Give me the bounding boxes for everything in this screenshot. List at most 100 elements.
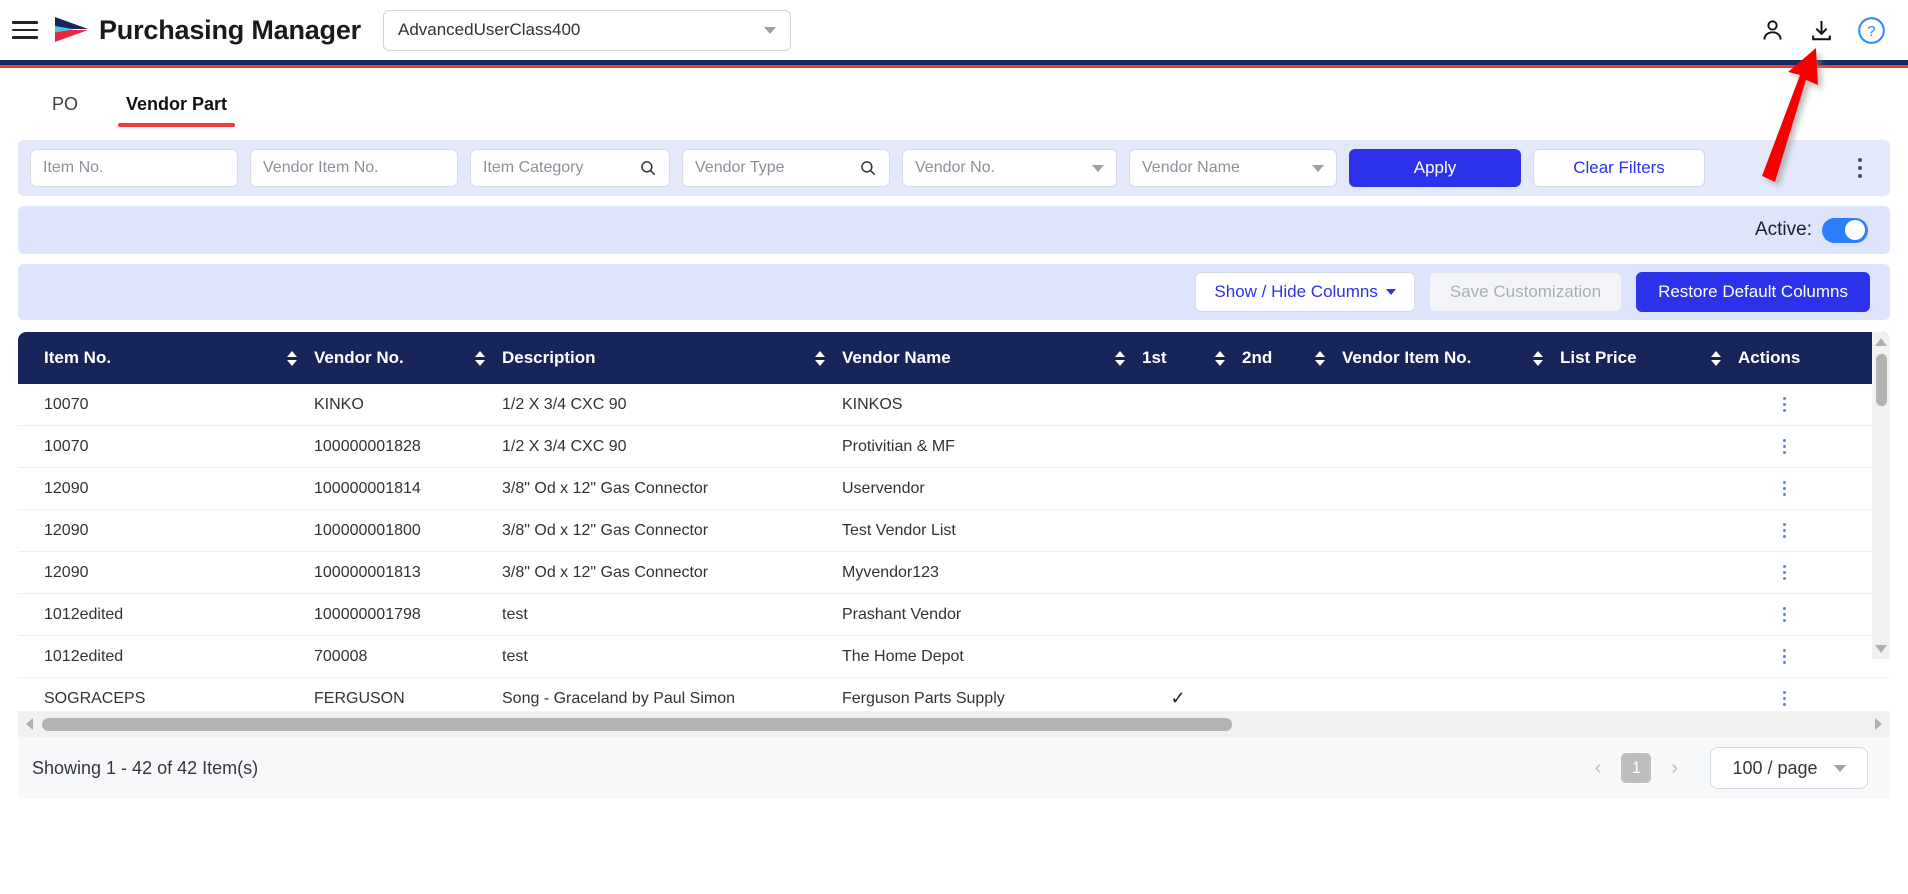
- table-horizontal-scrollbar[interactable]: [18, 711, 1890, 737]
- cell-vendor-no: 100000001798: [314, 605, 421, 623]
- vendor-name-select[interactable]: Vendor Name: [1129, 149, 1337, 187]
- data-table: Item No. Vendor No. Description Vendor N…: [18, 332, 1890, 711]
- top-header-bar: Purchasing Manager AdvancedUserClass400: [0, 0, 1908, 60]
- column-header-vendor-name[interactable]: Vendor Name: [828, 348, 1128, 368]
- column-header-vendor-item-no[interactable]: Vendor Item No.: [1328, 348, 1546, 368]
- cell-actions: [1724, 691, 1844, 706]
- column-header-actions: Actions: [1724, 348, 1844, 368]
- item-category-input[interactable]: Item Category: [470, 149, 670, 187]
- sort-icon[interactable]: [1532, 350, 1546, 366]
- kebab-menu-icon[interactable]: [1724, 481, 1844, 496]
- cell-actions: [1724, 439, 1844, 454]
- vertical-scroll-thumb[interactable]: [1875, 354, 1887, 406]
- cell-description: Song - Graceland by Paul Simon: [502, 689, 736, 707]
- kebab-menu-icon[interactable]: [1724, 439, 1844, 454]
- table-row[interactable]: 10070 100000001828 1/2 X 3/4 CXC 90 Protivi…: [18, 426, 1890, 468]
- help-icon[interactable]: ?: [1857, 16, 1886, 45]
- active-toggle-bar: Active:: [18, 206, 1890, 254]
- next-page-button[interactable]: ›: [1665, 757, 1684, 780]
- search-icon[interactable]: [639, 159, 657, 177]
- kebab-menu-icon[interactable]: [1724, 523, 1844, 538]
- kebab-menu-icon[interactable]: [1724, 649, 1844, 664]
- cell-vendor-no: 100000001813: [314, 563, 421, 581]
- sort-icon[interactable]: [1710, 350, 1724, 366]
- scroll-left-icon[interactable]: [26, 718, 33, 730]
- cell-description: test: [502, 605, 528, 623]
- sort-icon[interactable]: [1114, 350, 1128, 366]
- column-header-description[interactable]: Description: [488, 348, 828, 368]
- table-row[interactable]: SOGRACEPS FERGUSON Song - Graceland by Pau…: [18, 678, 1890, 711]
- item-category-placeholder: Item Category: [483, 159, 584, 176]
- cell-vendor-name: The Home Depot: [842, 647, 964, 665]
- scroll-right-icon[interactable]: [1875, 718, 1882, 730]
- cell-description: 3/8" Od x 12" Gas Connector: [502, 563, 709, 581]
- cell-actions: [1724, 397, 1844, 412]
- cell-vendor-no: 100000001800: [314, 521, 421, 539]
- table-row[interactable]: 12090 100000001813 3/8" Od x 12" Gas Conne…: [18, 552, 1890, 594]
- table-row[interactable]: 1012edited 700008 test The Home Depot: [18, 636, 1890, 678]
- column-header-list-price[interactable]: List Price: [1546, 348, 1724, 368]
- column-label: List Price: [1560, 348, 1637, 367]
- table-footer: Showing 1 - 42 of 42 Item(s) ‹ 1 › 100 /…: [18, 737, 1890, 799]
- column-label: Vendor Name: [842, 348, 951, 367]
- user-class-select[interactable]: AdvancedUserClass400: [382, 9, 791, 51]
- kebab-menu-icon[interactable]: [1724, 397, 1844, 412]
- cell-actions: [1724, 565, 1844, 580]
- table-row[interactable]: 1012edited 100000001798 test Prashant Vendo…: [18, 594, 1890, 636]
- clear-filters-button[interactable]: Clear Filters: [1533, 149, 1705, 187]
- item-no-input[interactable]: Item No.: [30, 149, 238, 187]
- vendor-no-select[interactable]: Vendor No.: [902, 149, 1117, 187]
- kebab-menu-icon[interactable]: [1724, 607, 1844, 622]
- column-label: Description: [502, 348, 596, 367]
- column-header-1st[interactable]: 1st: [1128, 348, 1228, 368]
- kebab-menu-icon[interactable]: [1724, 565, 1844, 580]
- kebab-menu-icon[interactable]: [1724, 691, 1844, 706]
- vendor-type-input[interactable]: Vendor Type: [682, 149, 890, 187]
- scroll-down-icon[interactable]: [1875, 645, 1887, 653]
- filter-bar: Item No. Vendor Item No. Item Category V…: [18, 140, 1890, 196]
- sort-icon[interactable]: [814, 350, 828, 366]
- cell-vendor-no: 100000001828: [314, 437, 421, 455]
- sort-icon[interactable]: [1314, 350, 1328, 366]
- column-header-item-no[interactable]: Item No.: [30, 348, 300, 368]
- toggle-knob: [1845, 220, 1865, 240]
- cell-vendor-name: Test Vendor List: [842, 521, 956, 539]
- show-hide-columns-button[interactable]: Show / Hide Columns: [1195, 272, 1415, 312]
- sort-icon[interactable]: [1214, 350, 1228, 366]
- kebab-menu-icon[interactable]: [1848, 151, 1872, 185]
- vendor-item-no-input[interactable]: Vendor Item No.: [250, 149, 458, 187]
- restore-default-columns-button[interactable]: Restore Default Columns: [1636, 272, 1870, 312]
- scroll-up-icon[interactable]: [1875, 338, 1887, 346]
- table-row[interactable]: 12090 100000001800 3/8" Od x 12" Gas Conne…: [18, 510, 1890, 552]
- table-vertical-scrollbar[interactable]: [1872, 332, 1890, 659]
- column-header-vendor-no[interactable]: Vendor No.: [300, 348, 488, 368]
- sort-icon[interactable]: [474, 350, 488, 366]
- vendor-name-placeholder: Vendor Name: [1142, 159, 1240, 176]
- page-number-1[interactable]: 1: [1621, 753, 1652, 783]
- sort-icon[interactable]: [286, 350, 300, 366]
- download-icon[interactable]: [1808, 17, 1835, 44]
- table-row[interactable]: 12090 100000001814 3/8" Od x 12" Gas Conne…: [18, 468, 1890, 510]
- chevron-down-icon: [1385, 289, 1396, 295]
- cell-item-no: 10070: [44, 437, 89, 455]
- cell-item-no: 1012edited: [44, 605, 124, 623]
- table-row[interactable]: 10070 KINKO 1/2 X 3/4 CXC 90 KINKOS: [18, 384, 1890, 426]
- tab-bar: PO Vendor Part: [0, 68, 1908, 130]
- tab-vendor-part[interactable]: Vendor Part: [102, 94, 251, 129]
- show-hide-columns-label: Show / Hide Columns: [1214, 282, 1378, 301]
- per-page-select[interactable]: 100 / page: [1710, 747, 1868, 789]
- cell-description: 1/2 X 3/4 CXC 90: [502, 395, 627, 413]
- cell-description: test: [502, 647, 528, 665]
- search-icon[interactable]: [859, 159, 877, 177]
- hamburger-icon[interactable]: [12, 17, 42, 43]
- tab-po[interactable]: PO: [28, 94, 102, 129]
- horizontal-scroll-thumb[interactable]: [42, 717, 1232, 731]
- cell-vendor-name: Uservendor: [842, 479, 925, 497]
- cell-item-no: 12090: [44, 563, 89, 581]
- column-header-2nd[interactable]: 2nd: [1228, 348, 1328, 368]
- active-toggle[interactable]: [1822, 217, 1868, 243]
- prev-page-button[interactable]: ‹: [1589, 757, 1608, 780]
- vendor-no-placeholder: Vendor No.: [915, 159, 996, 176]
- user-icon[interactable]: [1759, 17, 1786, 44]
- apply-button[interactable]: Apply: [1349, 149, 1521, 187]
